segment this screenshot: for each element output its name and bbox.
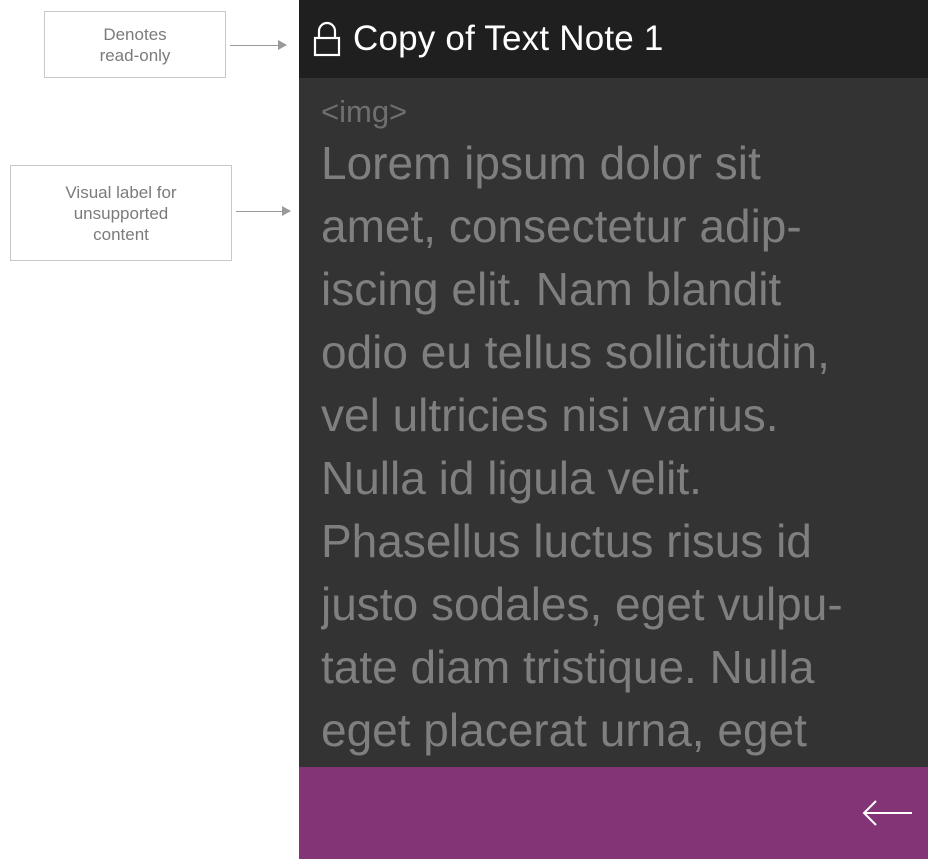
note-text-line: iscing elit. Nam blandit	[321, 263, 782, 315]
unsupported-content-placeholder: <img>	[321, 94, 408, 129]
title-bar: Copy of Text Note 1	[299, 0, 928, 78]
lock-icon	[313, 21, 341, 57]
note-text-line: Phasellus luctus risus id	[321, 515, 812, 567]
note-text-line: Nulla id ligula velit.	[321, 452, 702, 504]
app-bar	[299, 767, 928, 859]
unsupported-content-annotation: Visual label for unsupported content	[10, 165, 232, 261]
back-arrow-icon[interactable]	[858, 789, 916, 837]
unsupported-content-annotation-arrow	[236, 206, 291, 216]
note-text-line: justo sodales, eget vulpu-	[321, 578, 843, 630]
note-text-line: odio eu tellus sollicitudin,	[321, 326, 830, 378]
read-only-annotation-arrow	[230, 40, 287, 50]
note-title: Copy of Text Note 1	[353, 19, 664, 58]
page: Denotes read-only Visual label for unsup…	[0, 0, 928, 859]
note-text-line: vel ultricies nisi varius.	[321, 389, 779, 441]
note-screen: Copy of Text Note 1 <img> Lorem ipsum do…	[299, 0, 928, 859]
note-text-line: amet, consectetur adip-	[321, 200, 802, 252]
read-only-annotation: Denotes read-only	[44, 11, 226, 78]
note-text-line: Lorem ipsum dolor sit	[321, 137, 761, 189]
note-text-line: eget placerat urna, eget	[321, 704, 807, 756]
note-content[interactable]: <img> Lorem ipsum dolor sit amet, consec…	[321, 92, 928, 766]
note-text-line: tate diam tristique. Nulla	[321, 641, 815, 693]
